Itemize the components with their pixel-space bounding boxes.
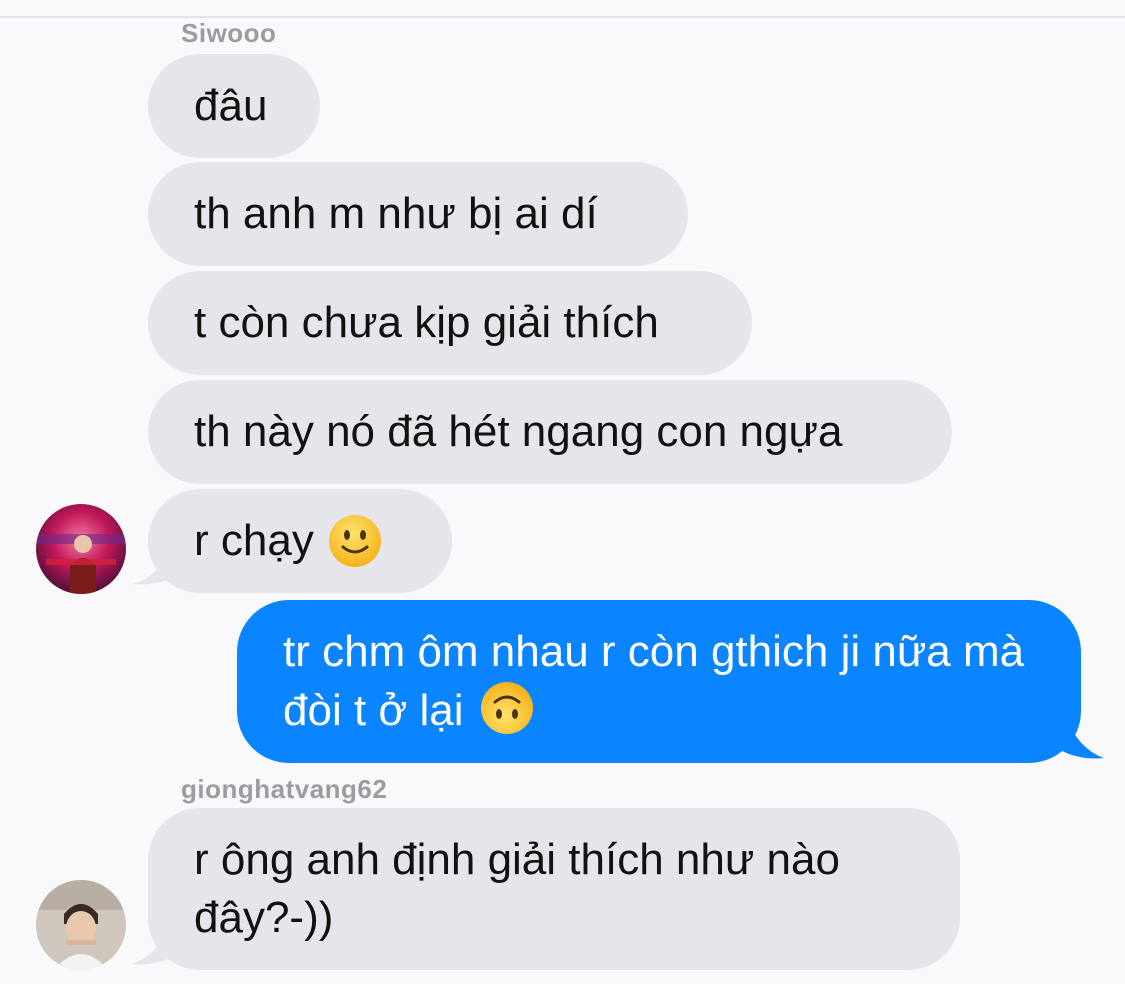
avatar-photo bbox=[36, 880, 126, 970]
avatar-photo bbox=[36, 504, 126, 594]
sender-name-siwooo: Siwooo bbox=[181, 18, 277, 48]
avatar-siwooo[interactable] bbox=[36, 504, 126, 594]
message-text: th này nó đã hét ngang con ngựa bbox=[194, 407, 843, 456]
message-bubble-incoming[interactable]: th này nó đã hét ngang con ngựa bbox=[148, 380, 952, 484]
bubble-tail bbox=[132, 924, 184, 965]
message-bubble-outgoing[interactable]: tr chm ôm nhau r còn gthich ji nữa mà đò… bbox=[237, 600, 1081, 763]
message-text: đâu bbox=[194, 81, 268, 130]
message-text: th anh m như bị ai dí bbox=[194, 189, 598, 238]
message-text: r chạy bbox=[194, 516, 314, 565]
avatar-gionghatvang62[interactable] bbox=[36, 880, 126, 970]
message-bubble-incoming[interactable]: đâu bbox=[148, 54, 320, 158]
upside-down-face-icon bbox=[480, 682, 533, 734]
message-bubble-incoming[interactable]: r ông anh định giải thích như nào đây?-)… bbox=[148, 808, 960, 970]
bubble-tail bbox=[132, 548, 184, 585]
top-divider bbox=[0, 16, 1125, 18]
message-bubble-incoming[interactable]: t còn chưa kịp giải thích bbox=[148, 271, 752, 375]
message-text: t còn chưa kịp giải thích bbox=[194, 298, 659, 347]
message-text: tr chm ôm nhau r còn gthich ji nữa mà đò… bbox=[283, 627, 1025, 735]
message-bubble-incoming[interactable]: th anh m như bị ai dí bbox=[148, 162, 688, 266]
message-text: r ông anh định giải thích như nào đây?-)… bbox=[194, 835, 840, 942]
sender-name-gionghatvang62: gionghatvang62 bbox=[181, 774, 388, 804]
message-bubble-incoming[interactable]: r chạy bbox=[148, 489, 452, 593]
bubble-tail bbox=[1050, 710, 1104, 759]
slightly-smiling-face-icon bbox=[328, 515, 381, 567]
